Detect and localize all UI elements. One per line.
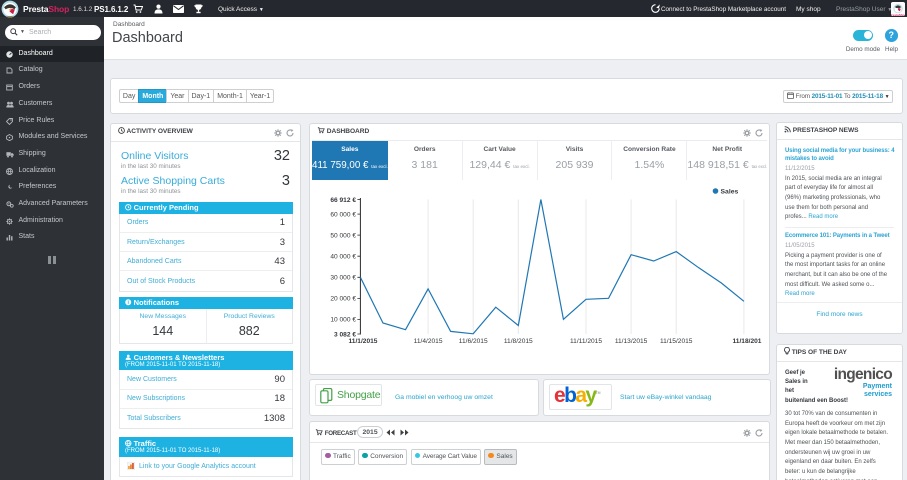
svg-text:40 000 €: 40 000 € xyxy=(330,254,356,261)
svg-text:11/8/2015: 11/8/2015 xyxy=(504,338,533,345)
svg-text:11/13/2015: 11/13/2015 xyxy=(615,338,648,345)
svg-text:20 000 €: 20 000 € xyxy=(330,296,356,303)
svg-text:11/11/2015: 11/11/2015 xyxy=(570,338,602,345)
svg-text:11/1/2015: 11/1/2015 xyxy=(349,338,378,345)
svg-text:66 912 €: 66 912 € xyxy=(330,197,356,204)
svg-text:50 000 €: 50 000 € xyxy=(330,232,356,239)
svg-text:60 000 €: 60 000 € xyxy=(330,211,356,218)
svg-text:11/6/2015: 11/6/2015 xyxy=(459,338,488,345)
svg-text:PrestaShop: PrestaShop xyxy=(891,13,905,15)
svg-text:11/15/2015: 11/15/2015 xyxy=(660,338,693,345)
svg-text:11/18/201: 11/18/201 xyxy=(733,338,762,345)
svg-text:Sales: Sales xyxy=(721,189,739,196)
svg-text:30 000 €: 30 000 € xyxy=(330,275,356,282)
svg-text:10 000 €: 10 000 € xyxy=(330,317,356,324)
svg-text:11/4/2015: 11/4/2015 xyxy=(414,338,443,345)
